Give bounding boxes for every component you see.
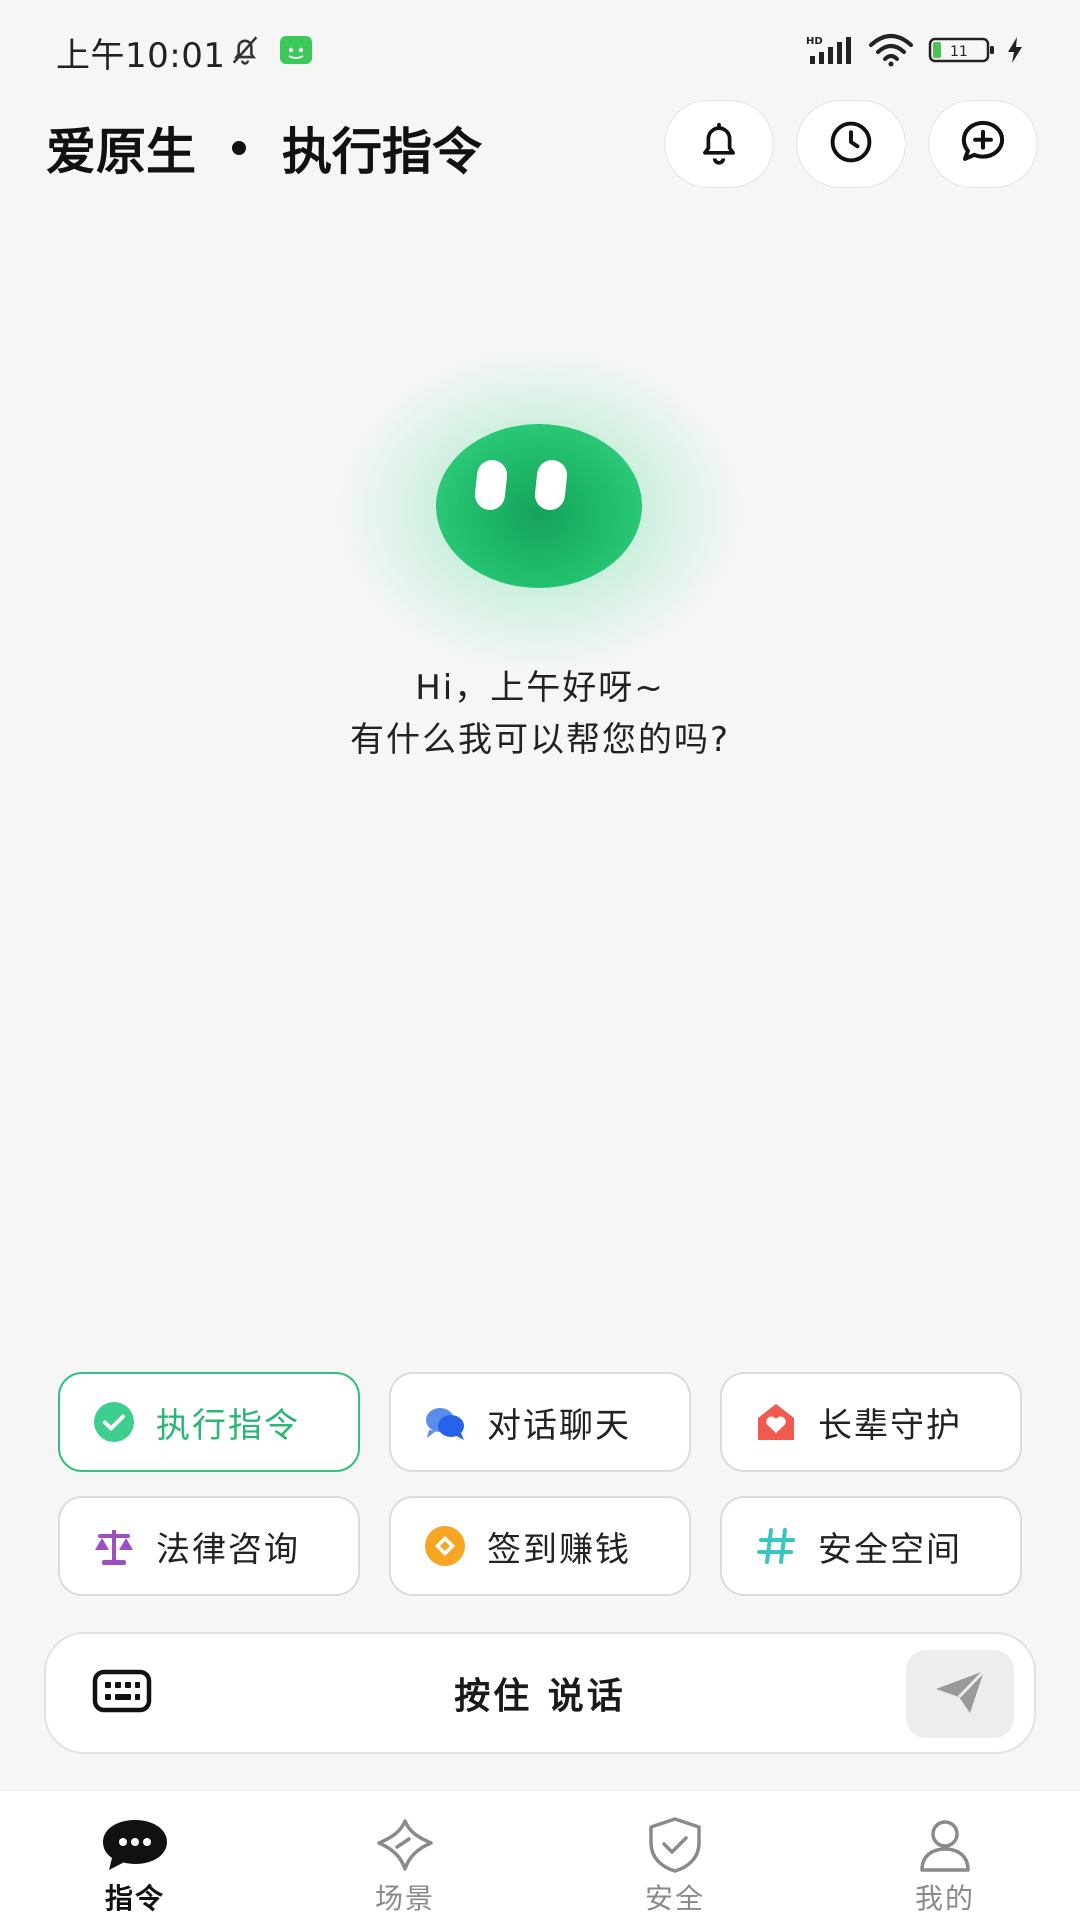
history-button[interactable] bbox=[796, 100, 906, 188]
bottom-navigation: 指令 场景 安全 我的 bbox=[0, 1790, 1080, 1921]
charging-icon bbox=[1004, 30, 1026, 70]
svg-text:HD: HD bbox=[806, 36, 823, 47]
send-icon bbox=[932, 1667, 988, 1721]
mascot-right-eye bbox=[533, 458, 569, 512]
mode-title: 执行指令 bbox=[282, 123, 482, 181]
chat-dots-icon bbox=[101, 1815, 169, 1875]
nav-tab-scenes[interactable]: 场景 bbox=[270, 1791, 540, 1921]
clock-icon bbox=[825, 116, 877, 172]
greeting-line-2: 有什么我可以帮您的吗? bbox=[349, 720, 731, 760]
send-button[interactable] bbox=[906, 1650, 1014, 1738]
chip-label: 执行指令 bbox=[156, 1405, 300, 1446]
chip-label: 对话聊天 bbox=[487, 1405, 631, 1446]
keyboard-icon bbox=[92, 1669, 152, 1717]
chip-label: 签到赚钱 bbox=[487, 1529, 631, 1570]
nav-label: 指令 bbox=[104, 1882, 165, 1915]
assistant-mascot[interactable] bbox=[436, 424, 642, 588]
app-notification-icon bbox=[280, 30, 312, 70]
chip-check-in-earn[interactable]: 签到赚钱 bbox=[389, 1496, 691, 1596]
title-separator bbox=[232, 141, 246, 155]
hold-to-talk-label: 按住 说话 bbox=[454, 1676, 626, 1717]
greeting-line-1: Hi，上午好呀~ bbox=[415, 668, 665, 708]
status-bar: 上午10:01 HD 11 bbox=[0, 0, 1080, 100]
chip-execute-command[interactable]: 执行指令 bbox=[58, 1372, 360, 1472]
check-circle-icon bbox=[92, 1400, 136, 1444]
chip-label: 法律咨询 bbox=[156, 1529, 300, 1570]
keyboard-toggle-button[interactable] bbox=[92, 1668, 152, 1718]
new-chat-icon bbox=[956, 115, 1010, 173]
app-name: 爱原生 bbox=[46, 123, 196, 181]
nav-label: 场景 bbox=[374, 1882, 435, 1915]
mute-bell-icon bbox=[226, 30, 264, 70]
chip-chat[interactable]: 对话聊天 bbox=[389, 1372, 691, 1472]
notifications-button[interactable] bbox=[664, 100, 774, 188]
chat-bubbles-icon bbox=[423, 1400, 467, 1444]
wifi-icon bbox=[866, 30, 916, 70]
voice-input-bar[interactable]: 按住 说话 bbox=[44, 1632, 1036, 1754]
chip-label: 安全空间 bbox=[818, 1529, 962, 1570]
scales-icon bbox=[92, 1524, 136, 1568]
mascot-left-eye bbox=[473, 458, 509, 512]
nav-tab-profile[interactable]: 我的 bbox=[810, 1791, 1080, 1921]
nav-tab-commands[interactable]: 指令 bbox=[0, 1791, 270, 1921]
nav-label: 安全 bbox=[644, 1882, 705, 1915]
hash-icon bbox=[754, 1524, 798, 1568]
signal-icon: HD bbox=[806, 30, 856, 70]
bell-icon bbox=[693, 116, 745, 172]
new-chat-button[interactable] bbox=[928, 100, 1038, 188]
shield-check-icon bbox=[641, 1815, 709, 1875]
chip-elder-care[interactable]: 长辈守护 bbox=[720, 1372, 1022, 1472]
battery-icon: 11 bbox=[928, 30, 1000, 70]
status-time: 上午10:01 bbox=[56, 36, 226, 76]
chip-label: 长辈守护 bbox=[818, 1405, 962, 1446]
nav-label: 我的 bbox=[914, 1882, 975, 1915]
coin-icon bbox=[423, 1524, 467, 1568]
nav-tab-security[interactable]: 安全 bbox=[540, 1791, 810, 1921]
diamond-icon bbox=[371, 1815, 439, 1875]
chip-legal-advice[interactable]: 法律咨询 bbox=[58, 1496, 360, 1596]
user-icon bbox=[911, 1815, 979, 1875]
battery-level: 11 bbox=[950, 44, 968, 60]
page-title: 爱原生 执行指令 bbox=[46, 112, 482, 184]
chip-safe-space[interactable]: 安全空间 bbox=[720, 1496, 1022, 1596]
heart-house-icon bbox=[754, 1400, 798, 1444]
header: 爱原生 执行指令 bbox=[0, 100, 1080, 220]
